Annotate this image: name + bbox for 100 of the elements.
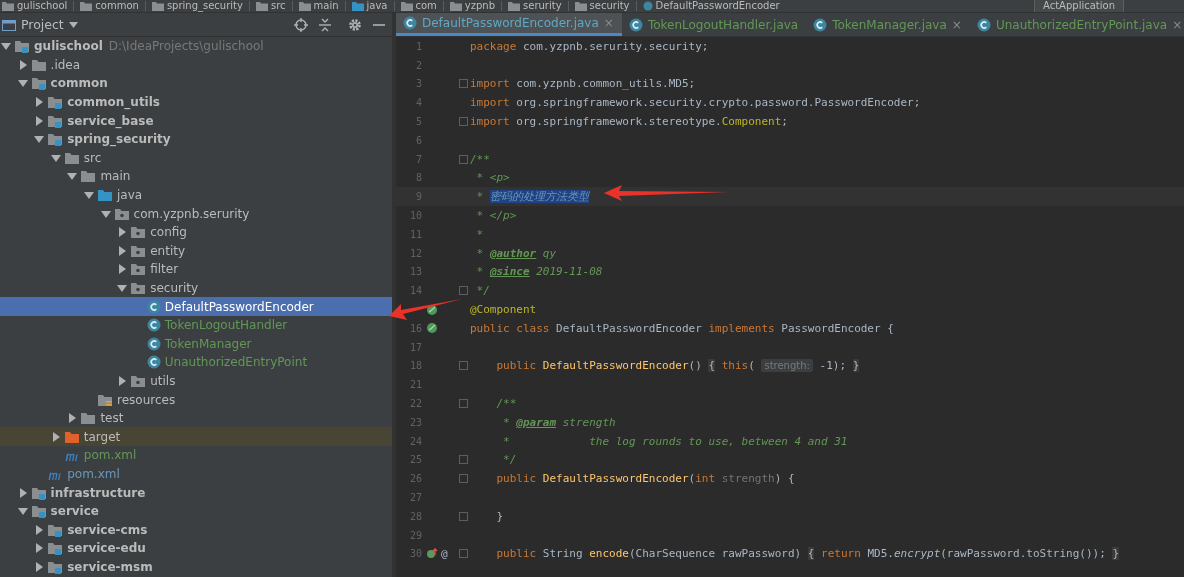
tree-item[interactable]: TokenLogoutHandler: [164, 318, 288, 333]
breadcrumb-item[interactable]: java: [366, 0, 388, 12]
tree-item[interactable]: service_base: [67, 113, 154, 128]
line-number: 25: [408, 454, 422, 466]
tree-item[interactable]: src: [83, 150, 102, 165]
breadcrumb-item[interactable]: serurity: [523, 0, 562, 12]
tree-item[interactable]: common: [50, 76, 108, 91]
tree-item[interactable]: java: [117, 188, 143, 203]
code-line: public DefaultPasswordEncoder(int strength) {: [495, 472, 795, 486]
line-number: 23: [408, 416, 422, 428]
line-number: 21: [408, 379, 422, 391]
tree-item[interactable]: entity: [150, 243, 186, 258]
tree-item[interactable]: service-msm: [67, 559, 153, 574]
code-line: * @param strength: [502, 415, 616, 429]
fold-marker-icon[interactable]: [458, 286, 468, 296]
package-folder-icon: [130, 262, 147, 277]
expanded-arrow-icon[interactable]: [116, 283, 129, 293]
editor-tab[interactable]: DefaultPasswordEncoder.java ×: [396, 13, 622, 36]
folder-icon: [2, 1, 14, 11]
code-line: }: [495, 509, 504, 523]
fold-marker-icon[interactable]: [458, 455, 468, 465]
tree-item[interactable]: UnauthorizedEntryPoint: [164, 355, 308, 370]
run-configuration-dropdown[interactable]: ActApplication: [1034, 0, 1124, 12]
tree-item[interactable]: service-cms: [67, 522, 148, 537]
breadcrumb-item[interactable]: gulischool: [17, 0, 68, 12]
tree-item[interactable]: service-edu: [67, 541, 146, 556]
tree-item[interactable]: utils: [150, 374, 176, 388]
settings-icon[interactable]: [348, 17, 362, 32]
code-line: */: [502, 453, 517, 467]
line-number: 6: [414, 134, 422, 146]
line-number: 7: [414, 153, 422, 165]
expanded-arrow-icon[interactable]: [33, 134, 46, 145]
tree-item[interactable]: main: [100, 169, 131, 184]
tree-item[interactable]: com.yzpnb.serurity: [133, 206, 250, 221]
source-folder-icon: [97, 188, 113, 203]
expanded-arrow-icon[interactable]: [0, 41, 12, 52]
tree-item[interactable]: service: [50, 504, 99, 519]
locate-icon[interactable]: [294, 17, 308, 32]
fold-marker-icon[interactable]: [458, 79, 468, 89]
tree-item[interactable]: TokenManager: [164, 336, 252, 351]
tree-item[interactable]: config: [150, 225, 187, 240]
fold-marker-icon[interactable]: [458, 154, 468, 164]
expanded-arrow-icon[interactable]: [99, 208, 112, 219]
package-folder-icon: [130, 243, 147, 258]
tree-item[interactable]: infrastructure: [50, 485, 146, 500]
tree-item[interactable]: pom.xml: [67, 466, 120, 481]
expanded-arrow-icon[interactable]: [49, 152, 62, 163]
tree-item[interactable]: .idea: [50, 57, 81, 72]
project-view-dropdown[interactable]: Project: [21, 17, 64, 32]
module-folder-icon: [30, 504, 47, 519]
fold-marker-icon[interactable]: [458, 474, 468, 484]
collapse-all-icon[interactable]: [318, 17, 332, 32]
folder-icon: [508, 1, 521, 11]
fold-marker-icon[interactable]: [458, 361, 468, 371]
fold-marker-icon[interactable]: [458, 117, 468, 127]
module-folder-icon: [47, 95, 64, 110]
breadcrumb-item[interactable]: security: [589, 0, 630, 12]
folder-icon: [151, 1, 164, 11]
breadcrumb-item[interactable]: spring_security: [166, 0, 243, 12]
breadcrumb-item[interactable]: src: [270, 0, 286, 12]
module-folder-icon: [47, 522, 64, 537]
editor-tab[interactable]: TokenLogoutHandler.java: [621, 13, 807, 36]
project-window-icon: [2, 18, 16, 31]
tree-item[interactable]: gulischool: [34, 39, 103, 54]
annotation-marker[interactable]: @: [441, 547, 448, 561]
expanded-arrow-icon[interactable]: [16, 506, 29, 517]
fold-marker-icon[interactable]: [458, 511, 468, 521]
tree-item[interactable]: test: [100, 411, 124, 426]
code-line: * <p>: [475, 171, 510, 185]
breadcrumb-item[interactable]: common: [95, 0, 139, 12]
module-folder-icon: [47, 113, 64, 128]
tree-item[interactable]: target: [83, 429, 121, 444]
breadcrumb-item[interactable]: com: [415, 0, 437, 12]
tree-item[interactable]: security: [150, 281, 199, 295]
package-folder-icon: [113, 206, 130, 221]
line-number: 28: [408, 510, 422, 522]
editor-tab[interactable]: TokenManager.java ×: [806, 13, 970, 36]
line-number: 2: [414, 59, 422, 71]
code-line: @Component: [470, 303, 537, 317]
override-marker-icon[interactable]: [426, 547, 438, 560]
tree-item[interactable]: common_utils: [67, 95, 160, 110]
editor-tab[interactable]: UnauthorizedEntryPoint.java ×: [969, 13, 1184, 36]
tree-item[interactable]: pom.xml: [83, 448, 137, 463]
expanded-arrow-icon[interactable]: [66, 171, 79, 182]
bean-icon[interactable]: [426, 322, 438, 335]
breadcrumb-item[interactable]: main: [313, 0, 339, 12]
tree-item[interactable]: spring_security: [67, 132, 171, 147]
code-line: import org.springframework.stereotype.Component;: [470, 115, 788, 129]
tree-item[interactable]: resources: [117, 392, 176, 407]
tree-item[interactable]: filter: [150, 262, 179, 277]
breadcrumb-item[interactable]: DefaultPasswordEncoder: [655, 0, 780, 12]
folder-icon: [80, 169, 97, 184]
fold-marker-icon[interactable]: [458, 549, 468, 559]
breadcrumb-item[interactable]: yzpnb: [464, 0, 496, 12]
expanded-arrow-icon[interactable]: [16, 78, 29, 89]
code-line: * </p>: [475, 209, 517, 223]
fold-marker-icon[interactable]: [458, 399, 468, 409]
expanded-arrow-icon[interactable]: [83, 190, 95, 201]
code-line: public class DefaultPasswordEncoder implements PasswordEncoder {: [470, 321, 894, 335]
code-line: *: [475, 227, 484, 241]
